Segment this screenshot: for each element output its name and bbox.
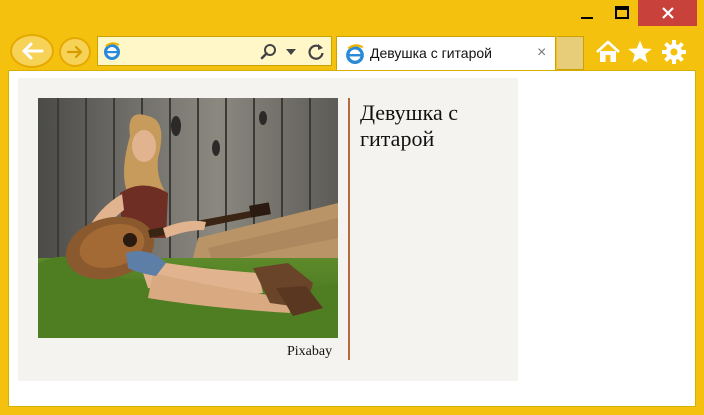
figure: Pixabay Девушка с гитарой [18, 78, 518, 381]
forward-button[interactable] [59, 37, 91, 67]
tab-close-button[interactable]: × [537, 44, 546, 62]
minimize-icon [581, 17, 593, 19]
address-bar[interactable] [97, 36, 332, 66]
close-icon [661, 7, 674, 19]
favorites-button[interactable] [626, 38, 654, 66]
maximize-button[interactable] [606, 0, 638, 26]
address-input[interactable] [124, 41, 258, 63]
dropdown-icon[interactable] [286, 49, 296, 55]
settings-button[interactable] [660, 38, 688, 66]
photo-girl-with-guitar [38, 98, 338, 338]
favorites-star-icon [628, 40, 652, 63]
tab-active[interactable]: Девушка с гитарой × [336, 36, 556, 70]
settings-gear-icon [662, 40, 686, 64]
forward-arrow-icon [66, 45, 83, 59]
maximize-icon [615, 6, 629, 19]
close-button[interactable] [638, 0, 697, 26]
tab-title: Девушка с гитарой [370, 45, 492, 61]
back-arrow-icon [22, 42, 44, 60]
back-button[interactable] [10, 34, 54, 68]
ie-logo-icon [346, 44, 364, 64]
browser-window: Девушка с гитарой × Pixabay Девушка с ги… [0, 0, 704, 415]
figure-divider [348, 98, 350, 360]
new-tab-button[interactable] [557, 36, 584, 70]
figure-heading: Девушка с гитарой [360, 100, 459, 151]
figure-caption: Pixabay [287, 344, 333, 359]
page-viewport: Pixabay Девушка с гитарой [8, 70, 696, 407]
ie-logo-icon [104, 42, 120, 60]
minimize-button[interactable] [568, 0, 606, 26]
home-button[interactable] [594, 38, 622, 66]
home-icon [596, 40, 620, 62]
search-icon[interactable] [260, 43, 278, 61]
title-bar [0, 0, 704, 32]
refresh-icon[interactable] [306, 42, 326, 62]
